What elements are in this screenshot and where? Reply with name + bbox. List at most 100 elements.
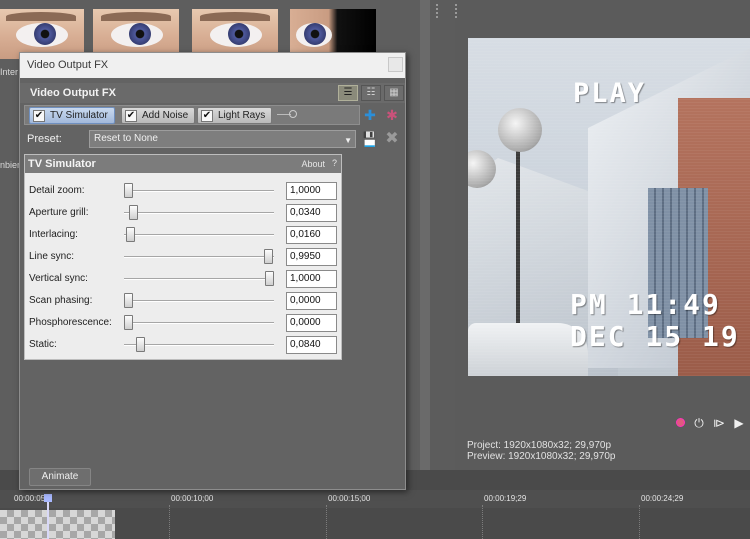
param-slider-thumb[interactable] xyxy=(136,337,145,352)
param-value-input[interactable]: 1,0000 xyxy=(286,270,337,288)
video-output-fx-dialog: Video Output FX Video Output FX ☰ ☷ ▦ ✔ … xyxy=(19,52,406,490)
play-from-start-icon: ⧐ xyxy=(713,416,725,430)
param-slider-thumb[interactable] xyxy=(124,315,133,330)
param-label: Phosphorescence: xyxy=(29,317,112,328)
record-button[interactable] xyxy=(674,416,688,430)
param-label: Static: xyxy=(29,339,57,350)
param-slider-thumb[interactable] xyxy=(129,205,138,220)
media-label: Inter xyxy=(0,67,19,77)
timeline-tick-label: 00:00:05 xyxy=(14,494,46,503)
param-value-input[interactable]: 0,9950 xyxy=(286,248,337,266)
timeline-tick-label: 00:00:10;00 xyxy=(171,494,214,503)
plug-in-chain-icon[interactable]: ✚ xyxy=(361,106,379,124)
param-label: Scan phasing: xyxy=(29,295,93,306)
param-slider-thumb[interactable] xyxy=(124,293,133,308)
fx-header: Video Output FX ☰ ☷ ▦ xyxy=(20,83,405,103)
media-label: nbier xyxy=(0,160,21,170)
param-slider-track[interactable] xyxy=(124,322,274,324)
param-value-input[interactable]: 0,0840 xyxy=(286,336,337,354)
param-slider-track[interactable] xyxy=(124,256,274,258)
delete-preset-icon[interactable]: ✖ xyxy=(383,130,401,148)
param-row: Aperture grill: 0,0340 xyxy=(25,202,341,224)
view-split-button[interactable]: ☷ xyxy=(361,85,381,101)
param-slider-track[interactable] xyxy=(124,278,274,280)
plugin-name: TV Simulator xyxy=(28,158,96,170)
vhs-date-overlay: DEC 15 19 xyxy=(570,320,740,353)
playhead-handle[interactable] xyxy=(44,494,52,502)
param-value-input[interactable]: 0,0340 xyxy=(286,204,337,222)
fx-chain-item-add-noise[interactable]: ✔ Add Noise xyxy=(121,107,196,124)
dialog-titlebar[interactable]: Video Output FX xyxy=(20,53,405,78)
fx-chain-item-tv-simulator[interactable]: ✔ TV Simulator xyxy=(29,107,115,124)
preview-info: Project: 1920x1080x32; 29,970p Preview: … xyxy=(467,440,615,462)
preset-label: Preset: xyxy=(27,133,62,145)
param-value-input[interactable]: 0,0160 xyxy=(286,226,337,244)
fx-chain-item-light-rays[interactable]: ✔ Light Rays xyxy=(197,107,273,124)
param-label: Vertical sync: xyxy=(29,273,88,284)
help-button[interactable]: ? xyxy=(332,158,337,168)
param-label: Line sync: xyxy=(29,251,75,262)
param-slider-thumb[interactable] xyxy=(124,183,133,198)
param-slider-thumb[interactable] xyxy=(265,271,274,286)
preset-value: Reset to None xyxy=(94,133,158,144)
vhs-status-overlay: PLAY xyxy=(573,78,647,109)
param-slider-thumb[interactable] xyxy=(126,227,135,242)
split-view-icon: ☷ xyxy=(366,87,376,98)
play-icon: ▶ xyxy=(734,416,744,430)
param-slider-track[interactable] xyxy=(124,234,274,236)
plugin-panel: TV Simulator About ? Detail zoom: 1,0000 A… xyxy=(24,154,342,360)
param-slider-track[interactable] xyxy=(124,344,274,346)
timeline-ruler[interactable] xyxy=(0,490,750,508)
param-label: Interlacing: xyxy=(29,229,78,240)
param-slider-thumb[interactable] xyxy=(264,249,273,264)
chain-end-node xyxy=(289,110,297,118)
param-row: Line sync: 0,9950 xyxy=(25,246,341,268)
param-slider-track[interactable] xyxy=(124,190,274,192)
panel-grip-handle[interactable] xyxy=(436,4,440,18)
vhs-time-overlay: PM 11:49 xyxy=(570,288,721,321)
media-scrollbar[interactable] xyxy=(420,0,430,470)
play-button[interactable]: ▶ xyxy=(732,416,746,430)
fx-header-title: Video Output FX xyxy=(30,87,116,99)
param-row: Interlacing: 0,0160 xyxy=(25,224,341,246)
timeline-clip[interactable] xyxy=(0,510,115,539)
about-link[interactable]: About xyxy=(301,159,325,169)
video-preview-frame[interactable]: PLAY PM 11:49 DEC 15 19 xyxy=(468,38,750,376)
project-info: Project: 1920x1080x32; 29,970p xyxy=(467,440,611,451)
plugin-header: TV Simulator About ? xyxy=(25,155,341,173)
param-row: Scan phasing: 0,0000 xyxy=(25,290,341,312)
checkbox-checked-icon[interactable]: ✔ xyxy=(201,110,213,122)
dialog-title: Video Output FX xyxy=(27,59,109,71)
checkbox-checked-icon[interactable]: ✔ xyxy=(33,110,45,122)
play-from-start-button[interactable]: ⧐ xyxy=(712,416,726,430)
fx-chain-item-label: TV Simulator xyxy=(50,110,108,121)
save-preset-icon[interactable]: 💾 xyxy=(361,130,379,148)
param-row: Vertical sync: 1,0000 xyxy=(25,268,341,290)
param-row: Phosphorescence: 0,0000 xyxy=(25,312,341,334)
loop-button[interactable]: ⏻ xyxy=(692,416,706,430)
close-button[interactable] xyxy=(388,57,403,72)
fx-chain: ✔ TV Simulator ✔ Add Noise ✔ Light Rays xyxy=(24,105,360,125)
checkbox-checked-icon[interactable]: ✔ xyxy=(125,110,137,122)
param-slider-track[interactable] xyxy=(124,212,274,214)
timeline-tick-label: 00:00:15;00 xyxy=(328,494,371,503)
timeline-tick-label: 00:00:19;29 xyxy=(484,494,527,503)
chevron-down-icon: ▼ xyxy=(344,136,352,145)
param-label: Aperture grill: xyxy=(29,207,89,218)
record-icon xyxy=(676,418,685,427)
param-slider-track[interactable] xyxy=(124,300,274,302)
panel-grip-handle[interactable] xyxy=(455,4,459,18)
preview-info-line: Preview: 1920x1080x32; 29,970p xyxy=(467,451,616,462)
timeline-tick-label: 00:00:24;29 xyxy=(641,494,684,503)
param-value-input[interactable]: 1,0000 xyxy=(286,182,337,200)
param-label: Detail zoom: xyxy=(29,185,85,196)
remove-plugin-icon[interactable]: ✱ xyxy=(383,106,401,124)
view-single-button[interactable]: ☰ xyxy=(338,85,358,101)
param-value-input[interactable]: 0,0000 xyxy=(286,292,337,310)
preset-dropdown[interactable]: Reset to None ▼ xyxy=(89,130,356,148)
fx-chain-item-label: Light Rays xyxy=(218,110,266,121)
transport-controls: ⏻ ⧐ ▶ xyxy=(672,416,750,432)
view-all-button[interactable]: ▦ xyxy=(384,85,404,101)
param-value-input[interactable]: 0,0000 xyxy=(286,314,337,332)
animate-button[interactable]: Animate xyxy=(29,468,91,486)
